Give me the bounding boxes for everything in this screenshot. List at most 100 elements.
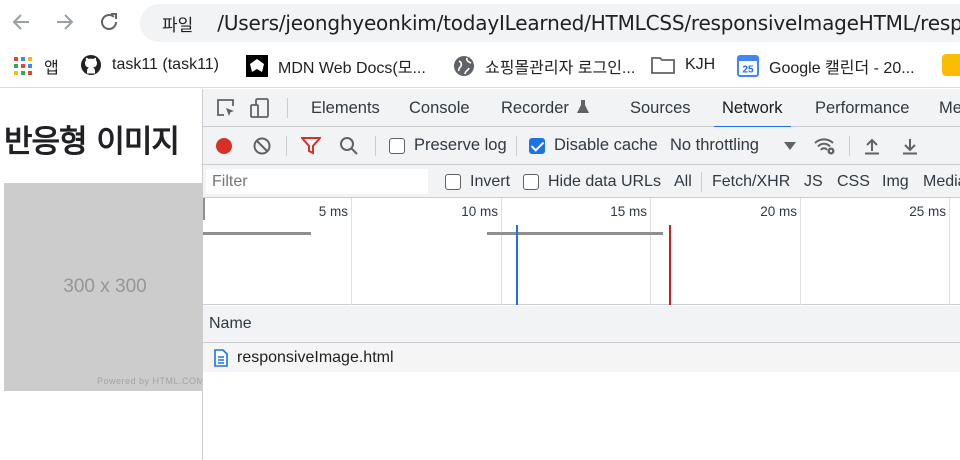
hide-data-urls-checkbox[interactable]: Hide data URLs xyxy=(523,165,661,198)
tab-recorder-label: Recorder xyxy=(501,99,569,117)
address-bar[interactable]: 파일 /Users/jeonghyeonkim/todayILearned/HT… xyxy=(140,4,960,42)
google-calendar-icon: 25 xyxy=(737,55,759,77)
filter-funnel-icon[interactable] xyxy=(301,137,321,155)
bookmark-label: MDN Web Docs(모... xyxy=(278,60,426,77)
checkbox-box xyxy=(523,173,539,190)
record-icon[interactable] xyxy=(215,137,233,155)
grid-line xyxy=(351,198,352,305)
tab-elements[interactable]: Elements xyxy=(311,89,380,127)
bookmark-github[interactable]: task11 (task11) xyxy=(80,54,219,76)
bookmark-folder-kjh[interactable]: KJH xyxy=(651,54,715,76)
scheme-label: 파일 xyxy=(162,15,194,35)
load-event-line xyxy=(669,225,671,305)
tick-label: 10 ms xyxy=(461,204,498,219)
back-button[interactable] xyxy=(8,9,34,35)
filter-type-img[interactable]: Img xyxy=(882,165,909,198)
device-toolbar-icon[interactable] xyxy=(249,97,271,119)
search-icon[interactable] xyxy=(339,136,359,156)
tick-label: 5 ms xyxy=(318,204,348,219)
inspect-element-icon[interactable] xyxy=(215,97,237,119)
tab-network[interactable]: Network xyxy=(714,89,790,128)
browser-toolbar: 파일 /Users/jeonghyeonkim/todayILearned/HT… xyxy=(0,0,960,44)
divider xyxy=(287,98,288,118)
apps-grid-icon xyxy=(12,55,34,77)
tab-recorder[interactable]: Recorder xyxy=(501,89,590,127)
invert-checkbox[interactable]: Invert xyxy=(445,165,510,198)
checkbox-box-checked xyxy=(529,137,545,154)
request-bar xyxy=(487,232,663,235)
tab-console[interactable]: Console xyxy=(409,89,470,127)
bookmark-mdn[interactable]: MDN Web Docs(모... xyxy=(246,54,426,78)
url-text[interactable]: /Users/jeonghyeonkim/todayILearned/HTMLC… xyxy=(217,11,960,35)
divider xyxy=(849,136,850,156)
bookmark-google-calendar[interactable]: 25 Google 캘린더 - 20... xyxy=(737,54,915,78)
mdn-icon xyxy=(246,55,268,77)
bookmark-label: Google 캘린더 - 20... xyxy=(769,60,915,77)
placeholder-credit-text: Powered by HTML.COM xyxy=(97,376,202,386)
request-row[interactable]: responsiveImage.html xyxy=(203,343,960,372)
github-icon xyxy=(80,54,102,76)
export-har-icon[interactable] xyxy=(902,137,918,155)
reload-icon xyxy=(101,13,117,30)
filter-type-fetch-xhr[interactable]: Fetch/XHR xyxy=(712,165,790,198)
filter-bar: Invert Hide data URLs All Fetch/XHR JS C… xyxy=(203,165,960,198)
bookmark-apps[interactable]: 앱 xyxy=(12,54,59,78)
request-name: responsiveImage.html xyxy=(237,348,394,366)
arrow-left-icon xyxy=(12,14,29,30)
network-overview-timeline[interactable]: 5 ms 10 ms 15 ms 20 ms 25 ms xyxy=(203,198,960,305)
divider xyxy=(516,136,517,156)
grid-line xyxy=(949,198,950,305)
filter-type-all[interactable]: All xyxy=(674,165,692,198)
folder-icon xyxy=(651,54,675,76)
invert-label: Invert xyxy=(470,172,511,190)
bookmark-label: 쇼핑몰관리자 로그인... xyxy=(485,60,636,77)
placeholder-image: 300 x 300 Powered by HTML.COM xyxy=(4,183,202,391)
filter-input[interactable] xyxy=(206,169,428,194)
tick-label: 15 ms xyxy=(610,204,647,219)
hide-data-urls-label: Hide data URLs xyxy=(548,172,661,190)
svg-text:25: 25 xyxy=(742,65,754,76)
dropdown-arrow-icon xyxy=(783,141,796,150)
page-heading: 반응형 이미지 xyxy=(4,124,180,160)
divider xyxy=(701,172,702,192)
preserve-log-label: Preserve log xyxy=(414,136,507,154)
placeholder-size-text: 300 x 300 xyxy=(63,276,147,297)
throttling-select[interactable]: No throttling xyxy=(670,127,796,164)
flask-icon xyxy=(577,100,590,113)
forward-button[interactable] xyxy=(52,9,78,35)
disable-cache-checkbox[interactable]: Disable cache xyxy=(529,127,658,164)
dom-content-loaded-line xyxy=(516,225,518,305)
preserve-log-checkbox[interactable]: Preserve log xyxy=(389,127,507,164)
tick-label: 20 ms xyxy=(760,204,797,219)
reload-button[interactable] xyxy=(96,9,122,35)
bookmark-overflow[interactable] xyxy=(942,54,960,76)
filter-type-media[interactable]: Media xyxy=(923,165,960,198)
bookmark-label: KJH xyxy=(685,56,716,73)
tab-memory[interactable]: Memory xyxy=(939,89,960,127)
bookmark-label: task11 (task11) xyxy=(112,56,220,73)
grid-line xyxy=(501,198,502,305)
globe-icon xyxy=(453,55,475,77)
grid-line xyxy=(650,198,651,305)
page-viewport: 반응형 이미지 300 x 300 Powered by HTML.COM xyxy=(0,89,202,460)
document-icon xyxy=(214,348,228,367)
import-har-icon[interactable] xyxy=(864,137,880,155)
request-bar xyxy=(203,232,311,235)
tab-performance[interactable]: Performance xyxy=(815,89,909,127)
clear-icon[interactable] xyxy=(253,137,271,155)
column-name-header[interactable]: Name xyxy=(209,315,252,333)
network-toolbar: Preserve log Disable cache No throttling xyxy=(203,127,960,165)
filter-type-js[interactable]: JS xyxy=(804,165,823,198)
network-conditions-icon[interactable] xyxy=(813,136,837,156)
divider xyxy=(286,136,287,156)
tab-sources[interactable]: Sources xyxy=(630,89,691,127)
checkbox-box xyxy=(445,173,461,190)
devtools-tabbar: Elements Console Recorder Sources Networ… xyxy=(203,89,960,128)
throttling-value: No throttling xyxy=(670,136,759,154)
bookmark-shop-admin[interactable]: 쇼핑몰관리자 로그인... xyxy=(453,54,635,78)
filter-type-css[interactable]: CSS xyxy=(837,165,870,198)
divider xyxy=(375,136,376,156)
timeline-start-marker xyxy=(203,198,205,220)
requests-table-header: Name xyxy=(203,306,960,343)
disable-cache-label: Disable cache xyxy=(554,136,658,154)
